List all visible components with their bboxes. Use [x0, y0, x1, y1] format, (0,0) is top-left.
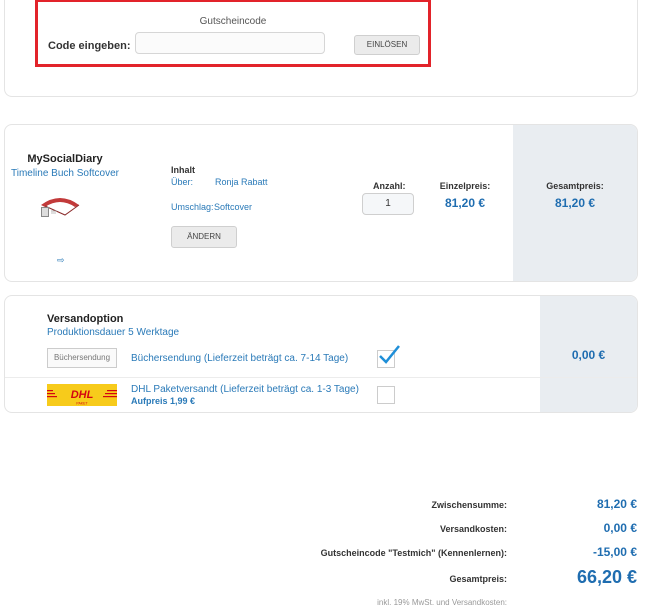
buechersendung-logo: Büchersendung	[47, 348, 117, 368]
shipping-title: Versandoption	[47, 313, 124, 325]
grand-total-label: Gesamtpreis:	[449, 574, 507, 584]
option-divider	[5, 377, 637, 378]
unit-price: 81,20 €	[444, 196, 486, 210]
svg-text:PAKET: PAKET	[76, 402, 88, 406]
subtotal-value: 81,20 €	[596, 497, 637, 511]
about-label: Über:	[171, 177, 194, 187]
redeem-button[interactable]: EINLÖSEN	[354, 35, 420, 55]
product-thumbnail	[41, 198, 80, 217]
cover-label: Umschlag:	[171, 202, 214, 212]
arrow-right-icon[interactable]: ⇨	[57, 255, 65, 266]
shipping-card: Versandoption Produktionsdauer 5 Werktag…	[4, 295, 638, 413]
voucher-code-input[interactable]	[135, 32, 325, 54]
dhl-logo: DHL PAKET	[47, 384, 117, 406]
about-value: Ronja Rabatt	[215, 177, 268, 187]
content-label: Inhalt	[171, 165, 195, 175]
product-card: MySocialDiary Timeline Buch Softcover ⇨ …	[4, 124, 638, 282]
voucher-code-label: Code eingeben:	[48, 40, 131, 52]
shipping-price: 0,00 €	[571, 348, 606, 362]
shipping-subtitle: Produktionsdauer 5 Werktage	[47, 327, 180, 338]
voucher-card: Gutscheincode Code eingeben: EINLÖSEN	[4, 0, 638, 97]
product-subtitle[interactable]: Timeline Buch Softcover	[5, 168, 125, 179]
tax-note: inkl. 19% MwSt. und Versandkosten:	[377, 598, 507, 607]
total-price-label: Gesamtpreis:	[546, 181, 604, 191]
voucher-highlight-box: Gutscheincode Code eingeben: EINLÖSEN	[35, 0, 431, 67]
quantity-input[interactable]: 1	[362, 193, 414, 215]
voucher-title: Gutscheincode	[199, 16, 267, 27]
checkmark-icon	[379, 345, 400, 364]
unit-price-label: Einzelpreis:	[439, 181, 491, 191]
total-price: 81,20 €	[554, 196, 596, 210]
shipping-option-buechersendung[interactable]: Büchersendung (Lieferzeit beträgt ca. 7-…	[131, 353, 348, 364]
shipping-checkbox-buechersendung[interactable]	[377, 345, 400, 368]
cover-value: Softcover	[214, 202, 253, 212]
quantity-label: Anzahl:	[373, 181, 406, 191]
product-name: MySocialDiary	[27, 153, 103, 165]
shipping-checkbox-dhl[interactable]	[377, 386, 395, 404]
dhl-surcharge: Aufpreis 1,99 €	[131, 396, 196, 406]
svg-text:DHL: DHL	[71, 389, 94, 401]
change-button[interactable]: ÄNDERN	[171, 226, 237, 248]
voucher-discount-value: -15,00 €	[592, 545, 637, 559]
subtotal-label: Zwischensumme:	[431, 500, 507, 510]
voucher-discount-label: Gutscheincode "Testmich" (Kennenlernen):	[320, 548, 507, 558]
shipping-option-dhl[interactable]: DHL Paketversandt (Lieferzeit beträgt ca…	[131, 384, 359, 395]
shipping-cost-label: Versandkosten:	[439, 524, 507, 534]
grand-total-value: 66,20 €	[576, 567, 637, 587]
shipping-cost-value: 0,00 €	[603, 521, 637, 535]
